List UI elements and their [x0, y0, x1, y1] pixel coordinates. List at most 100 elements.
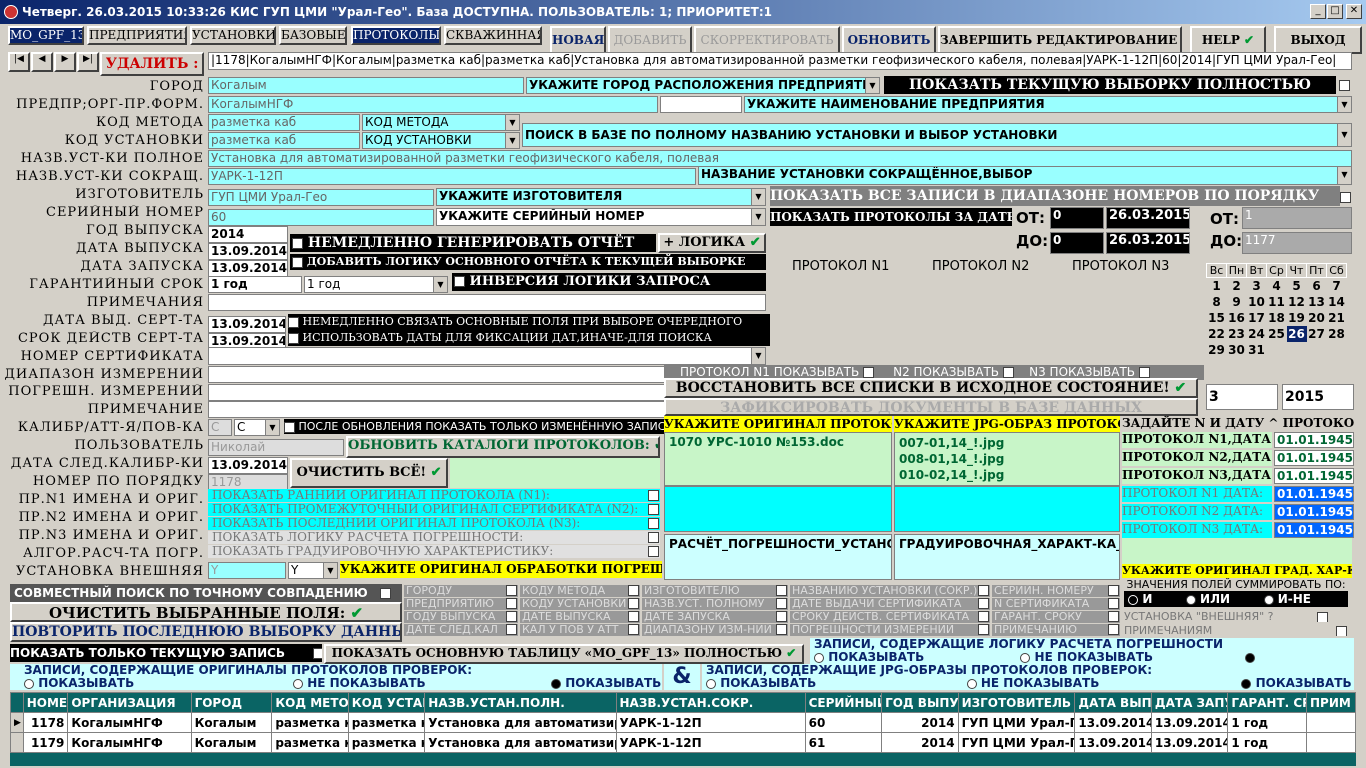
orig-file-list[interactable]: 1070 УРС-1010 №153.doc — [664, 432, 892, 486]
calendar-day[interactable]: 1 — [1207, 278, 1227, 294]
field-check[interactable]: ДИАПАЗОНУ ИЗМ-НИЙ — [642, 624, 788, 636]
field-check[interactable]: КОДУ МЕТОДА — [520, 585, 640, 597]
show-link[interactable]: ПОКАЗАТЬ ГРАДУИРОВОЧНУЮ ХАРАКТЕРИСТИКУ: — [208, 545, 660, 558]
grad-char-file[interactable]: ГРАДУИРОВОЧНАЯ_ХАРАКТ-КА_УС — [894, 534, 1120, 580]
radio-jpg-all[interactable] — [1241, 678, 1252, 689]
field-check-checkbox[interactable] — [978, 624, 989, 635]
clear-fields-button[interactable]: ОЧИСТИТЬ ВЫБРАННЫЕ ПОЛЯ: ✔ — [10, 602, 402, 622]
radio-jpg-show[interactable] — [706, 678, 716, 689]
grid-column-header[interactable]: ДАТА ВЫПУ — [1074, 692, 1152, 713]
radio-and[interactable] — [1128, 594, 1139, 605]
calendar-day[interactable]: 23 — [1227, 326, 1247, 342]
field-check-checkbox[interactable] — [1108, 598, 1119, 609]
field-check[interactable]: НАЗВАНИЮ УСТАНОВКИ (СОКР.) — [790, 585, 990, 597]
city-hint-dropdown[interactable]: УКАЖИТЕ ГОРОД РАСПОЛОЖЕНИЯ ПРЕДПРИЯТИЯ ▼ — [526, 77, 880, 94]
grid-column-header[interactable]: НОМЕР — [22, 692, 69, 713]
proto-show-2-checkbox[interactable] — [1002, 367, 1014, 378]
range-from-field[interactable]: 1 — [1242, 207, 1352, 229]
note-field[interactable] — [208, 401, 666, 418]
after-update-checkbox[interactable] — [284, 421, 295, 433]
table-cell[interactable]: Установка для автоматизиров — [424, 712, 617, 733]
table-cell[interactable]: 61 — [804, 732, 883, 753]
calendar-day[interactable]: 3 — [1247, 278, 1267, 294]
full-name-field[interactable]: Установка для автоматизированной разметк… — [208, 150, 1352, 167]
radio-jpg-hide[interactable] — [966, 678, 977, 689]
field-check[interactable]: СЕРИЙН. НОМЕРУ — [992, 585, 1120, 597]
tab-base[interactable]: БАЗОВЫЕ — [279, 26, 347, 45]
org-hint-dropdown[interactable]: УКАЖИТЕ НАИМЕНОВАНИЕ ПРЕДПРИЯТИЯ ▼ — [744, 96, 1352, 113]
only-current-checkbox[interactable] — [313, 648, 322, 659]
city-field[interactable]: Когалым — [208, 77, 524, 94]
calendar[interactable]: Вс Пн Вт Ср Чт Пт Сб 1 2 3 4 5 6 7 8 9 10 11 12 13 14 15 16 17 1… — [1206, 263, 1347, 358]
grid-column-header[interactable]: КОД УСТАН — [347, 692, 426, 713]
calendar-day[interactable]: 12 — [1287, 294, 1307, 310]
radio-orig-show[interactable] — [24, 678, 34, 689]
exit-button[interactable]: ВЫХОД — [1274, 26, 1362, 54]
table-cell[interactable]: 1178 — [22, 712, 69, 733]
table-cell[interactable]: 2014 — [881, 732, 959, 753]
start-date-field[interactable]: 13.09.2014 — [208, 260, 288, 277]
field-check[interactable]: ПРИМЕЧАНИЮ — [992, 624, 1120, 636]
install-code-field[interactable]: разметка каб — [208, 132, 360, 149]
next-record-icon[interactable]: ▶ — [54, 52, 76, 72]
table-cell[interactable] — [1306, 712, 1356, 733]
radio-logic-hide[interactable] — [1020, 652, 1031, 663]
field-check[interactable]: ДАТЕ СЛЕД.КАЛ — [404, 624, 518, 636]
table-cell[interactable]: 60 — [804, 712, 883, 733]
calendar-day[interactable]: 10 — [1247, 294, 1267, 310]
calendar-day[interactable]: 22 — [1207, 326, 1227, 342]
show-link-checkbox[interactable] — [648, 532, 659, 543]
add-logic-toggle[interactable]: ДОБАВИТЬ ЛОГИКУ ОСНОВНОГО ОТЧЁТА К ТЕКУЩ… — [290, 254, 766, 270]
calc-error-file[interactable]: РАСЧЁТ_ПОГРЕШНОСТИ_УСТАНОВК — [664, 534, 892, 580]
field-check-checkbox[interactable] — [978, 598, 989, 609]
table-cell[interactable]: ГУП ЦМИ Урал-Гео — [957, 732, 1076, 753]
radio-logic-show[interactable] — [814, 652, 824, 663]
show-link-checkbox[interactable] — [648, 490, 659, 501]
field-check[interactable]: ГАРАНТ. СРОКУ — [992, 611, 1120, 623]
range-field[interactable] — [208, 366, 666, 383]
tab-well[interactable]: СКВАЖИННАЯ — [444, 26, 542, 45]
close-icon[interactable]: ✕ — [1346, 4, 1362, 19]
error-field[interactable] — [208, 384, 666, 401]
calendar-day[interactable]: 16 — [1227, 310, 1247, 326]
calendar-day[interactable]: 28 — [1327, 326, 1347, 342]
orig-file[interactable]: 1070 УРС-1010 №153.doc — [669, 435, 844, 449]
calendar-day[interactable]: 9 — [1227, 294, 1247, 310]
new-button[interactable]: НОВАЯ — [550, 26, 606, 54]
tab-installations[interactable]: УСТАНОВКИ — [190, 26, 276, 45]
year-spinner[interactable]: 2015 — [1282, 384, 1354, 410]
field-check-checkbox[interactable] — [506, 611, 517, 622]
grid-column-header[interactable]: ДАТА ЗАПУ — [1150, 692, 1229, 713]
calendar-day[interactable]: 4 — [1267, 278, 1287, 294]
show-all-checkbox[interactable] — [1339, 80, 1350, 91]
radio-orig-hide[interactable] — [293, 678, 304, 689]
repeat-button[interactable]: ПОВТОРИТЬ ПОСЛЕДНЮЮ ВЫБОРКУ ДАННЫХ ✔ — [10, 622, 402, 642]
table-cell[interactable]: Когалым — [190, 712, 273, 733]
field-check[interactable]: ГОРОДУ — [404, 585, 518, 597]
org-extra[interactable] — [660, 96, 742, 113]
proto-show-3-checkbox[interactable] — [1138, 367, 1150, 378]
grid-column-header[interactable]: КОД МЕТОД — [271, 692, 349, 713]
jpg-file[interactable]: 007-01,14_!.jpg — [899, 435, 1115, 451]
only-current-toggle[interactable]: ПОКАЗАТЬ ТОЛЬКО ТЕКУЩУЮ ЗАПИСЬ — [10, 644, 322, 662]
grid-column-header[interactable]: ГОД ВЫПУСК — [881, 692, 959, 713]
proto-date-field[interactable]: 01.01.1945 — [1274, 504, 1354, 520]
cert-issue-field[interactable]: 13.09.2014 — [208, 316, 286, 333]
table-cell[interactable]: 13.09.2014 — [1074, 712, 1152, 733]
field-check[interactable]: N СЕРТИФИКАТА — [992, 598, 1120, 610]
proto-date-field[interactable]: 01.01.1945 — [1274, 522, 1354, 538]
show-all-button[interactable]: ПОКАЗАТЬ ТЕКУЩУЮ ВЫБОРКУ ПОЛНОСТЬЮ — [884, 76, 1336, 94]
logic-button[interactable]: + ЛОГИКА ✔ — [658, 233, 766, 253]
user-field[interactable]: Николай — [208, 439, 344, 456]
show-link-checkbox[interactable] — [648, 546, 659, 557]
field-check-checkbox[interactable] — [776, 598, 787, 609]
link-fields-toggle[interactable]: НЕМЕДЛЕННО СВЯЗАТЬ ОСНОВНЫЕ ПОЛЯ ПРИ ВЫБ… — [288, 314, 770, 330]
grid-column-header[interactable]: НАЗВ.УСТАН.ПОЛН. — [424, 692, 617, 713]
update-catalogs-button[interactable]: ОБНОВИТЬ КАТАЛОГИ ПРОТОКОЛОВ: ✔ — [346, 436, 660, 458]
show-link[interactable]: ПОКАЗАТЬ ЛОГИКУ РАСЧЕТА ПОГРЕШНОСТИ: — [208, 531, 660, 544]
grid-column-header[interactable]: ИЗГОТОВИТЕЛЬ — [957, 692, 1076, 713]
to-number[interactable]: 0 — [1050, 232, 1104, 254]
range-to-field[interactable]: 1177 — [1242, 232, 1352, 254]
delete-button[interactable]: УДАЛИТЬ : — [100, 52, 204, 76]
field-check-checkbox[interactable] — [628, 611, 639, 622]
